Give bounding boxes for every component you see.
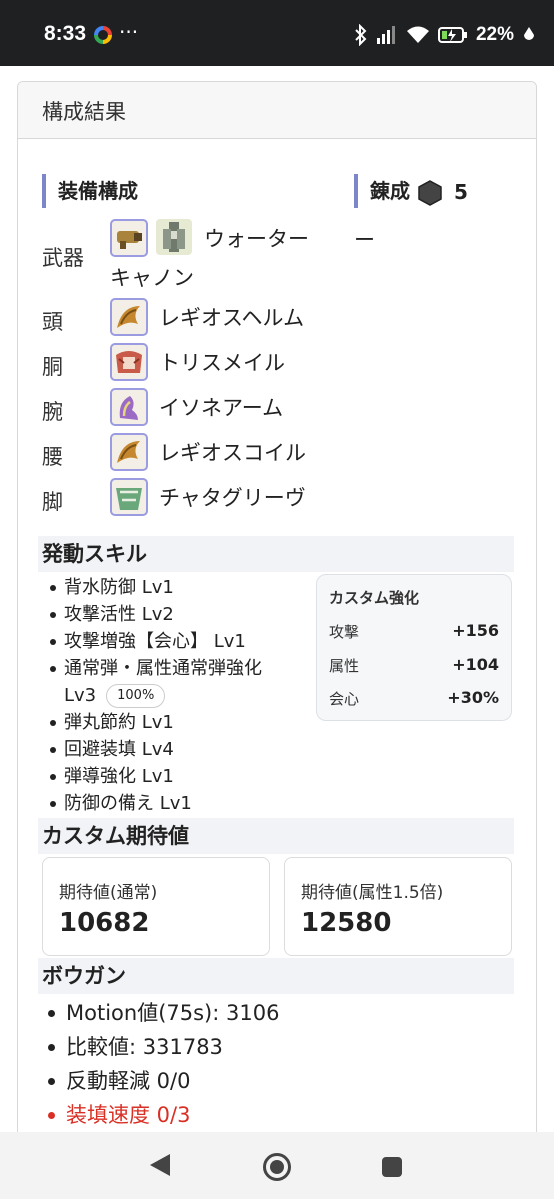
home-icon[interactable] bbox=[263, 1153, 291, 1181]
list-item: 回避装填 Lv4 bbox=[44, 736, 344, 763]
bowgun-list: Motion値(75s): 3106 比較値: 331783 反動軽減 0/0 … bbox=[40, 996, 510, 1132]
charging-dot-icon bbox=[524, 27, 534, 40]
body-armor-icon bbox=[110, 343, 148, 381]
google-icon bbox=[94, 26, 112, 44]
weapon-icon bbox=[110, 219, 148, 257]
waist-armor-icon bbox=[110, 433, 148, 471]
body-label: 胴 bbox=[42, 355, 63, 379]
signal-icon bbox=[376, 26, 395, 44]
custom-affinity-label: 会心 bbox=[329, 690, 360, 708]
status-icons: 22% bbox=[354, 20, 536, 50]
expect-title: カスタム期待値 bbox=[38, 818, 514, 854]
custom-attack-label: 攻撃 bbox=[329, 623, 360, 641]
list-item: Motion値(75s): 3106 bbox=[40, 996, 510, 1030]
list-item: 通常弾・属性通常弾強化 bbox=[44, 655, 344, 682]
back-icon[interactable] bbox=[150, 1154, 170, 1176]
list-item: 反動軽減 0/0 bbox=[40, 1064, 510, 1098]
custom-enhance-title: カスタム強化 bbox=[329, 589, 420, 607]
bluetooth-icon bbox=[355, 24, 367, 46]
hexagon-icon bbox=[418, 180, 442, 206]
custom-enhance-box: カスタム強化 攻撃 +156 属性 +104 会心 +30% bbox=[316, 574, 512, 721]
wifi-icon bbox=[406, 26, 429, 43]
list-item: 防御の備え Lv1 bbox=[44, 790, 344, 817]
head-armor-icon bbox=[110, 298, 148, 336]
bowgun-title: ボウガン bbox=[38, 958, 514, 994]
head-label: 頭 bbox=[42, 310, 63, 334]
list-item-warning: 装填速度 0/3 bbox=[40, 1098, 510, 1132]
head-armor-name: レギオスヘルム bbox=[159, 306, 305, 330]
expect-normal-value: 10682 bbox=[59, 908, 150, 938]
waist-label: 腰 bbox=[42, 445, 63, 469]
refine-title: 錬成 bbox=[354, 174, 410, 208]
custom-affinity-value: +30% bbox=[447, 688, 499, 707]
legs-armor-name: チャタグリーヴ bbox=[159, 486, 306, 510]
more-notifications-icon: ··· bbox=[119, 20, 139, 44]
arms-label: 腕 bbox=[42, 400, 63, 424]
clock: 8:33 bbox=[44, 22, 87, 45]
waist-armor-name: レギオスコイル bbox=[159, 441, 306, 465]
legs-label: 脚 bbox=[42, 490, 63, 514]
weapon-name-line1: ウォーター bbox=[204, 227, 309, 251]
expect-normal-label: 期待値(通常) bbox=[59, 883, 158, 903]
list-item: 攻撃活性 Lv2 bbox=[44, 601, 344, 628]
custom-element-label: 属性 bbox=[329, 657, 360, 675]
weapon-label: 武器 bbox=[42, 246, 84, 270]
custom-attack-value: +156 bbox=[452, 621, 499, 640]
weapon-type-icon bbox=[156, 219, 192, 255]
skill-continuation: Lv3 100% bbox=[44, 682, 344, 709]
weapon-name-line2: キャノン bbox=[110, 266, 194, 290]
battery-percent: 22% bbox=[475, 24, 514, 45]
refine-label: 錬成 bbox=[370, 179, 410, 203]
percent-badge: 100% bbox=[106, 684, 166, 708]
arms-armor-name: イソネアーム bbox=[159, 396, 284, 420]
equipment-title: 装備構成 bbox=[42, 174, 138, 208]
status-bar: 8:33 ··· 22% bbox=[0, 0, 554, 66]
expect-element-label: 期待値(属性1.5倍) bbox=[301, 883, 444, 903]
result-card: 構成結果 装備構成 錬成 5 ー 武器 ウォーター キャノン 頭 レギオスヘルム… bbox=[17, 81, 537, 1151]
list-item: 比較値: 331783 bbox=[40, 1030, 510, 1064]
refine-value: ー bbox=[354, 228, 375, 252]
battery-charging-icon bbox=[437, 27, 467, 43]
expect-normal-card: 期待値(通常) 10682 bbox=[42, 857, 270, 956]
list-item: 攻撃増強【会心】 Lv1 bbox=[44, 628, 344, 655]
skills-title: 発動スキル bbox=[38, 536, 514, 572]
legs-armor-icon bbox=[110, 478, 148, 516]
card-header: 構成結果 bbox=[18, 82, 536, 139]
recent-apps-icon[interactable] bbox=[382, 1157, 402, 1177]
body-armor-name: トリスメイル bbox=[159, 351, 285, 375]
skill-list: 背水防御 Lv1 攻撃活性 Lv2 攻撃増強【会心】 Lv1 通常弾・属性通常弾… bbox=[44, 574, 344, 817]
navigation-bar bbox=[0, 1132, 554, 1199]
arms-armor-icon bbox=[110, 388, 148, 426]
list-item: 背水防御 Lv1 bbox=[44, 574, 344, 601]
skill-level: Lv3 bbox=[64, 685, 97, 706]
expect-element-value: 12580 bbox=[301, 908, 392, 938]
list-item: 弾導強化 Lv1 bbox=[44, 763, 344, 790]
refine-count: 5 bbox=[454, 180, 468, 204]
custom-element-value: +104 bbox=[452, 655, 499, 674]
expect-element-card: 期待値(属性1.5倍) 12580 bbox=[284, 857, 512, 956]
list-item: 弾丸節約 Lv1 bbox=[44, 709, 344, 736]
